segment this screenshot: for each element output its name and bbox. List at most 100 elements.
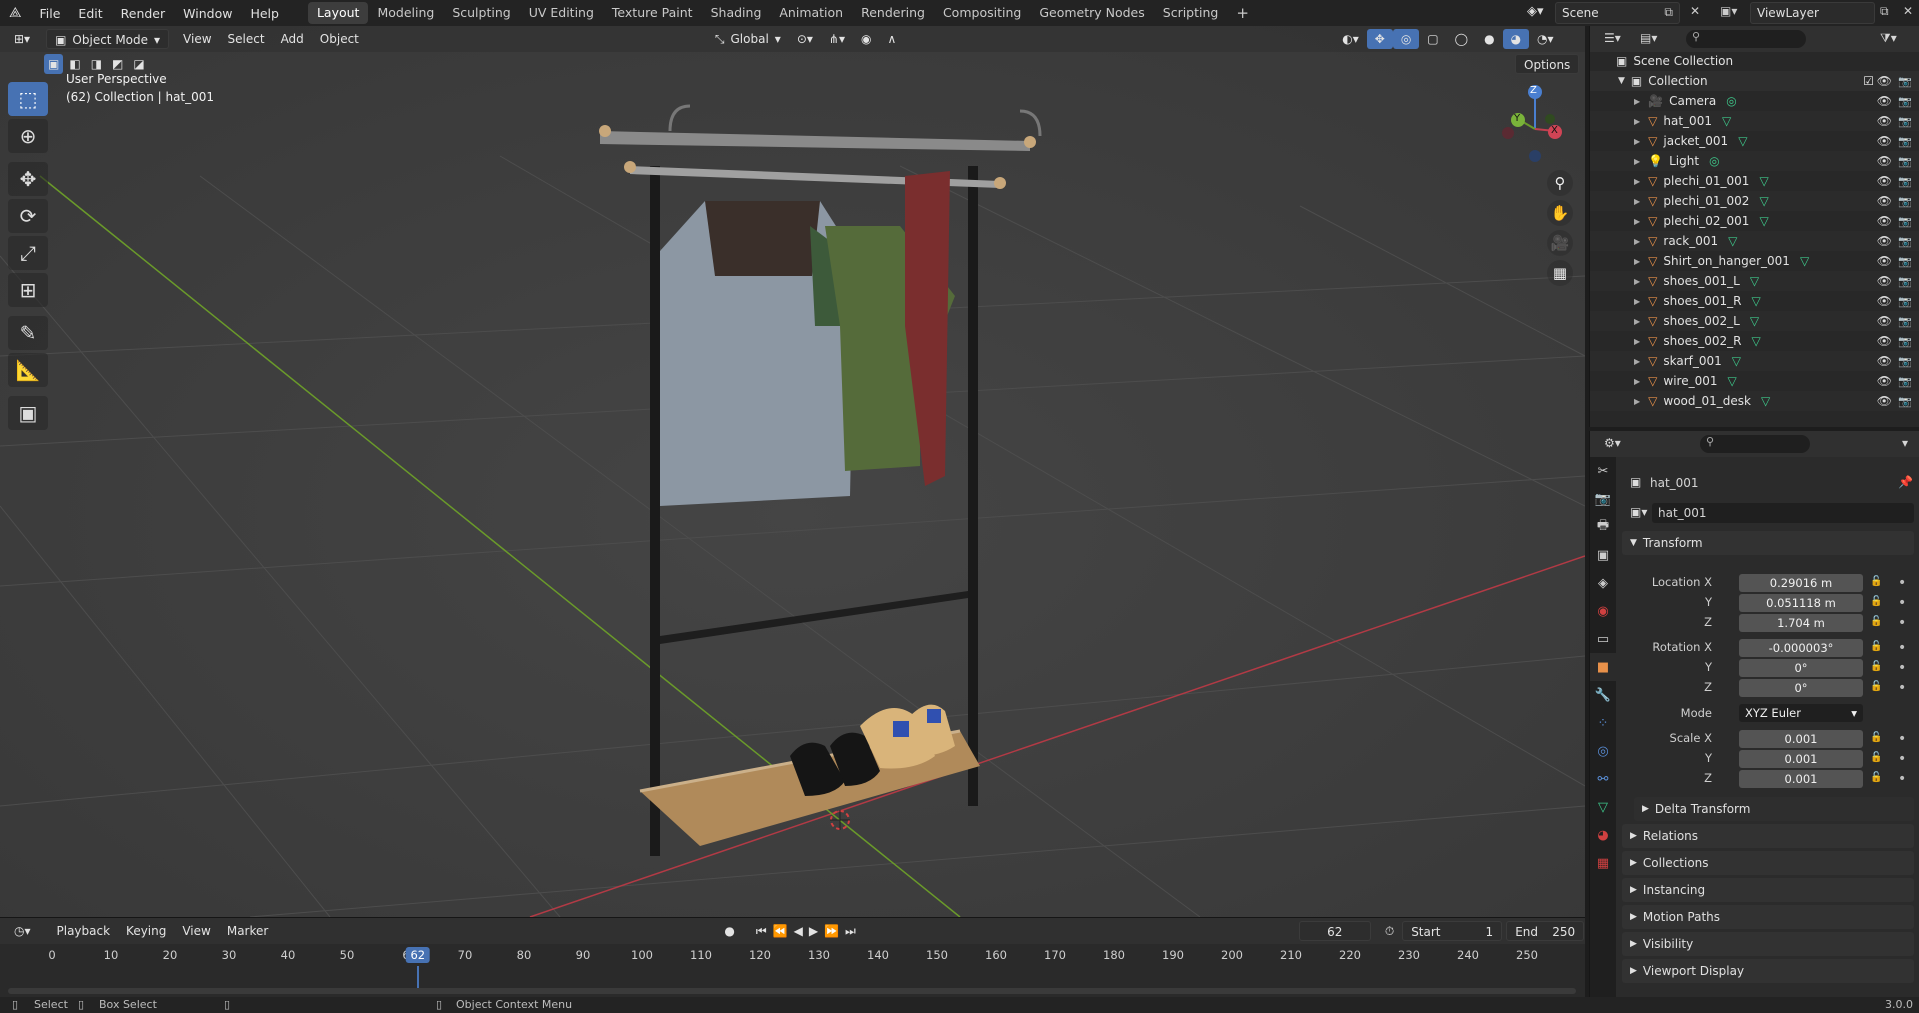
editor-type-icon[interactable]: ⊞▾ xyxy=(6,29,38,49)
eye-icon[interactable]: 👁 xyxy=(1877,354,1892,368)
material-shading-icon[interactable]: ◕ xyxy=(1502,29,1530,49)
panel-header[interactable]: ▶ Collections xyxy=(1622,851,1914,875)
filter-icon[interactable]: ⧩▾ xyxy=(1880,31,1897,46)
lock-icon[interactable]: 🔓 xyxy=(1870,616,1882,627)
outliner-item[interactable]: ▶ ▽ plechi_02_001 ▽ 👁 📷 xyxy=(1590,211,1919,231)
timeline-view-menu[interactable]: View xyxy=(174,921,218,941)
outliner-item[interactable]: ▶ 🎥 Camera ◎ 👁 📷 xyxy=(1590,91,1919,111)
frame-ruler[interactable]: 0102030405067080901001101201301401501601… xyxy=(0,946,1585,988)
keyframe-dot-icon[interactable]: • xyxy=(1898,640,1906,656)
lock-icon[interactable]: 🔓 xyxy=(1870,641,1882,652)
tab-sculpting[interactable]: Sculpting xyxy=(443,2,519,24)
eye-icon[interactable]: 👁 xyxy=(1877,234,1892,248)
outliner-item[interactable]: ▶ ▽ rack_001 ▽ 👁 📷 xyxy=(1590,231,1919,251)
record-icon[interactable]: ● xyxy=(716,921,742,941)
playhead-line[interactable] xyxy=(416,966,419,988)
tab-animation[interactable]: Animation xyxy=(770,2,852,24)
tab-texture-paint[interactable]: Texture Paint xyxy=(603,2,702,24)
outliner-item[interactable]: ▶ ▽ plechi_01_002 ▽ 👁 📷 xyxy=(1590,191,1919,211)
rotation-x-field[interactable]: -0.000003° xyxy=(1739,639,1863,657)
rotation-y-field[interactable]: 0° xyxy=(1739,659,1863,677)
chevron-right-icon[interactable]: ▶ xyxy=(1634,297,1640,306)
mesh-data-icon[interactable]: ▽ xyxy=(1800,254,1809,268)
scale-tool-icon[interactable]: ⤢ xyxy=(8,236,48,270)
panel-header[interactable]: ▶ Viewport Display xyxy=(1622,959,1914,983)
play-reverse-icon[interactable]: ◀ xyxy=(791,921,806,941)
panel-header[interactable]: ▶ Motion Paths xyxy=(1622,905,1914,929)
properties-search-input[interactable]: ⚲ xyxy=(1700,435,1810,453)
chevron-right-icon[interactable]: ▶ xyxy=(1634,177,1640,186)
tab-uv-editing[interactable]: UV Editing xyxy=(520,2,603,24)
render-camera-icon[interactable]: 📷 xyxy=(1898,195,1912,208)
tab-geometry-nodes[interactable]: Geometry Nodes xyxy=(1030,2,1153,24)
render-camera-icon[interactable]: 📷 xyxy=(1898,215,1912,228)
chevron-right-icon[interactable]: ▶ xyxy=(1634,317,1640,326)
render-camera-icon[interactable]: 📷 xyxy=(1898,155,1912,168)
render-camera-icon[interactable]: 📷 xyxy=(1898,355,1912,368)
lock-icon[interactable]: 🔓 xyxy=(1870,732,1882,743)
keyframe-dot-icon[interactable]: • xyxy=(1898,595,1906,611)
lock-icon[interactable]: 🔓 xyxy=(1870,752,1882,763)
checkbox-icon[interactable]: ☑ xyxy=(1863,74,1874,88)
chevron-right-icon[interactable]: ▶ xyxy=(1634,337,1640,346)
start-frame-field[interactable]: Start 1 xyxy=(1402,921,1503,941)
eye-icon[interactable]: 👁 xyxy=(1877,374,1892,388)
physics-tab-icon[interactable]: ◎ xyxy=(1590,737,1616,765)
viewport-menu-select[interactable]: Select xyxy=(220,29,273,49)
chevron-right-icon[interactable]: ▶ xyxy=(1634,197,1640,206)
options-button[interactable]: Options xyxy=(1515,54,1580,74)
eye-icon[interactable]: 👁 xyxy=(1877,294,1892,308)
render-tab-icon[interactable]: 📷 xyxy=(1590,485,1616,513)
select-new-icon[interactable]: ▣ xyxy=(44,54,64,74)
transform-tool-icon[interactable]: ⊞ xyxy=(8,273,48,307)
panel-header[interactable]: ▶ Instancing xyxy=(1622,878,1914,902)
object-type-icon[interactable]: ▣▾ xyxy=(1630,505,1647,519)
lock-icon[interactable]: 🔓 xyxy=(1870,576,1882,587)
playhead-frame-indicator[interactable]: 62 xyxy=(405,947,431,963)
object-name-field[interactable]: hat_001 xyxy=(1652,503,1914,523)
mesh-data-icon[interactable]: ▽ xyxy=(1759,194,1768,208)
zoom-icon[interactable]: ⚲ xyxy=(1547,170,1573,196)
next-keyframe-icon[interactable]: ⏩ xyxy=(821,921,842,941)
tab-shading[interactable]: Shading xyxy=(702,2,771,24)
3d-viewport[interactable]: Z Y X ⊞▾ ▣ Object Mode ▾ View Select Add… xyxy=(0,26,1585,917)
close-icon[interactable]: ✕ xyxy=(1903,4,1913,18)
tab-layout[interactable]: Layout xyxy=(307,2,369,24)
lock-icon[interactable]: 🔓 xyxy=(1870,681,1882,692)
view-layer-tab-icon[interactable]: ▣ xyxy=(1590,541,1616,569)
collection-row[interactable]: ▼ ▣ Collection ☑ 👁 📷 xyxy=(1590,71,1919,91)
render-camera-icon[interactable]: 📷 xyxy=(1898,315,1912,328)
rotate-tool-icon[interactable]: ⟳ xyxy=(8,199,48,233)
scene-collection-row[interactable]: ▣ Scene Collection xyxy=(1590,51,1919,71)
gizmo-z-label[interactable]: Z xyxy=(1530,85,1537,96)
close-icon[interactable]: ✕ xyxy=(1690,4,1700,18)
view-layer-selector[interactable]: ViewLayer xyxy=(1750,2,1875,24)
copy-icon[interactable]: ⧉ xyxy=(1664,5,1673,20)
keyframe-dot-icon[interactable]: • xyxy=(1898,680,1906,696)
outliner-item[interactable]: ▶ ▽ jacket_001 ▽ 👁 📷 xyxy=(1590,131,1919,151)
render-camera-icon[interactable]: 📷 xyxy=(1898,335,1912,348)
viewport-menu-view[interactable]: View xyxy=(175,29,219,49)
lock-icon[interactable]: 🔓 xyxy=(1870,596,1882,607)
outliner-item[interactable]: ▶ ▽ skarf_001 ▽ 👁 📷 xyxy=(1590,351,1919,371)
mesh-data-icon[interactable]: ▽ xyxy=(1738,134,1747,148)
orientation-dropdown[interactable]: ⤡ Global ▾ xyxy=(707,29,789,49)
gizmo-x-label[interactable]: X xyxy=(1551,125,1558,136)
constraints-tab-icon[interactable]: ⚯ xyxy=(1590,765,1616,793)
eye-icon[interactable]: 👁 xyxy=(1877,334,1892,348)
marker-menu[interactable]: Marker xyxy=(219,921,276,941)
scene-icon[interactable]: ◈▾ xyxy=(1527,4,1544,19)
render-camera-icon[interactable]: 📷 xyxy=(1898,255,1912,268)
annotate-tool-icon[interactable]: ✎ xyxy=(8,316,48,350)
mesh-data-icon[interactable]: ▽ xyxy=(1761,394,1770,408)
render-camera-icon[interactable]: 📷 xyxy=(1898,115,1912,128)
end-frame-field[interactable]: End 250 xyxy=(1506,921,1585,941)
perspective-grid-icon[interactable]: ▦ xyxy=(1547,260,1573,286)
wireframe-shading-icon[interactable]: ◯ xyxy=(1447,29,1476,49)
panel-header[interactable]: ▶ Relations xyxy=(1622,824,1914,848)
add-workspace-button[interactable]: + xyxy=(1227,2,1258,24)
mesh-data-icon[interactable]: ▽ xyxy=(1751,294,1760,308)
outliner-item[interactable]: ▶ ▽ shoes_002_L ▽ 👁 📷 xyxy=(1590,311,1919,331)
keyframe-dot-icon[interactable]: • xyxy=(1898,731,1906,747)
chevron-right-icon[interactable]: ▶ xyxy=(1634,377,1640,386)
